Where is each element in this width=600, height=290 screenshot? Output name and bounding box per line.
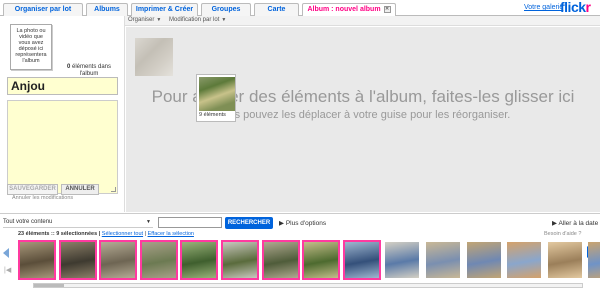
photo-thumbnail-image [507,242,542,278]
search-bar: Tout votre contenu ▼ RECHERCHER ▶ Plus d… [0,213,600,231]
gallery-link[interactable]: Votre galerie [524,4,563,11]
tab-album-label: Album : nouvel album [307,6,381,13]
photo-thumbnail-image [466,242,501,278]
photo-thumbnail-image [263,242,298,278]
photo-thumbnail-image [588,242,600,278]
chevron-down-icon: ▼ [146,219,151,225]
tab-album-nouvel-album[interactable]: Album : nouvel album ✕ [302,3,396,17]
more-options-label: Plus d'options [285,220,327,227]
logo-part-b: r [585,0,591,15]
album-cover-placeholder[interactable]: La photo ou vidéo que vous avez déposé i… [10,24,52,70]
filmstrip-photo[interactable] [342,240,381,280]
flickr-logo[interactable]: flickr [560,0,591,15]
tab-imprimer-creer[interactable]: Imprimer & Créer [131,3,198,16]
save-button[interactable]: SAUVEGARDER [7,184,58,195]
scrollbar-thumb[interactable] [34,284,64,287]
content-scope-value: Tout votre contenu [3,219,53,225]
play-right-icon: ▶ [552,220,557,227]
filmstrip-photo[interactable] [546,240,584,280]
filmstrip-photo[interactable] [139,240,178,280]
batch-edit-menu-label: Modification par lot [169,17,220,23]
search-input[interactable] [158,217,222,228]
photo-thumbnail-image [182,242,217,278]
go-to-date-link[interactable]: ▶ Aller à la date [552,219,598,227]
play-right-icon: ▶ [279,220,284,227]
batch-edit-menu[interactable]: Modification par lot ▼ [169,17,226,23]
album-drop-area[interactable]: Pour ajouter des éléments à l'album, fai… [126,27,600,212]
photo-thumbnail-image [426,242,460,278]
filmstrip-photo[interactable] [383,240,421,280]
photo-thumbnail-image [60,242,95,278]
tab-albums[interactable]: Albums [86,3,128,16]
photo-thumbnail-image [223,242,257,278]
filmstrip-photo[interactable] [99,240,138,280]
album-count-text: éléments dans l'album [71,64,112,77]
album-description-input[interactable] [7,100,118,194]
photo-thumbnail-image [344,242,379,278]
more-options-link[interactable]: ▶ Plus d'options [279,219,326,227]
scroll-start-icon[interactable]: |◀ [4,266,11,274]
filmstrip-photo[interactable] [261,240,300,280]
selection-info: 23 éléments :: 9 sélectionnées | Sélecti… [18,231,194,237]
filmstrip-photo[interactable] [180,240,219,280]
filmstrip-photo[interactable] [465,240,503,280]
organiser-menu[interactable]: Organiser ▼ [128,17,161,23]
tab-groupes[interactable]: Groupes [201,3,251,16]
photo-thumbnail-image [304,242,339,278]
photo-thumbnail-image [20,242,54,278]
tab-organiser-par-lot[interactable]: Organiser par lot [3,3,83,16]
logo-part-a: flick [560,0,586,15]
go-to-date-label: Aller à la date [558,220,599,227]
photo-thumbnail-image [101,242,136,278]
select-all-link[interactable]: Sélectionner tout [102,231,143,237]
filmstrip-photo[interactable] [302,240,341,280]
filmstrip-scrollbar[interactable] [33,283,583,288]
photo-thumbnail-image [141,242,176,278]
selection-count: 23 éléments :: 9 sélectionnées | [18,231,101,237]
search-button[interactable]: RECHERCHER [225,217,273,229]
chevron-down-icon: ▼ [156,17,162,23]
clear-selection-link[interactable]: Effacer la sélection [148,231,194,237]
album-count-number: 0 [66,64,71,70]
tab-carte[interactable]: Carte [254,3,299,16]
photo-thumbnail-image [385,242,420,278]
top-tab-bar: Organiser par lot Albums Imprimer & Crée… [0,0,600,17]
dragged-photo-stack[interactable]: 9 éléments [196,74,236,122]
ghost-photo-thumbnail [135,38,173,76]
filmstrip-photo[interactable] [221,240,259,280]
sub-toolbar: Organiser ▼ Modification par lot ▼ [125,16,600,26]
filmstrip-photo[interactable] [586,240,600,280]
filmstrip-photo[interactable] [505,240,543,280]
album-item-count: 0 éléments dans l'album [60,64,118,78]
organiser-menu-label: Organiser [128,17,155,23]
filmstrip-photo[interactable] [58,240,97,280]
close-tab-icon[interactable]: ✕ [383,5,391,13]
filmstrip-photo[interactable] [18,240,56,280]
cancel-button[interactable]: ANNULER [61,184,99,195]
help-link[interactable]: Besoin d'aide ? [544,231,581,237]
resize-handle-icon[interactable] [111,187,116,192]
chevron-down-icon: ▼ [221,17,227,23]
filmstrip-photo[interactable] [424,240,462,280]
dragged-photo-image [199,77,235,111]
dragged-count-label: 9 éléments [199,112,226,118]
cover-placeholder-text: La photo ou vidéo que vous avez déposé i… [15,28,47,64]
cancel-changes-link[interactable]: Annuler les modifications [12,195,73,201]
photo-thumbnail-image [547,242,582,278]
album-title-input[interactable]: Anjou [7,77,118,95]
content-scope-select[interactable]: Tout votre contenu ▼ [3,218,153,228]
album-edit-panel: La photo ou vidéo que vous avez déposé i… [0,16,125,212]
scroll-left-icon[interactable] [3,248,9,258]
